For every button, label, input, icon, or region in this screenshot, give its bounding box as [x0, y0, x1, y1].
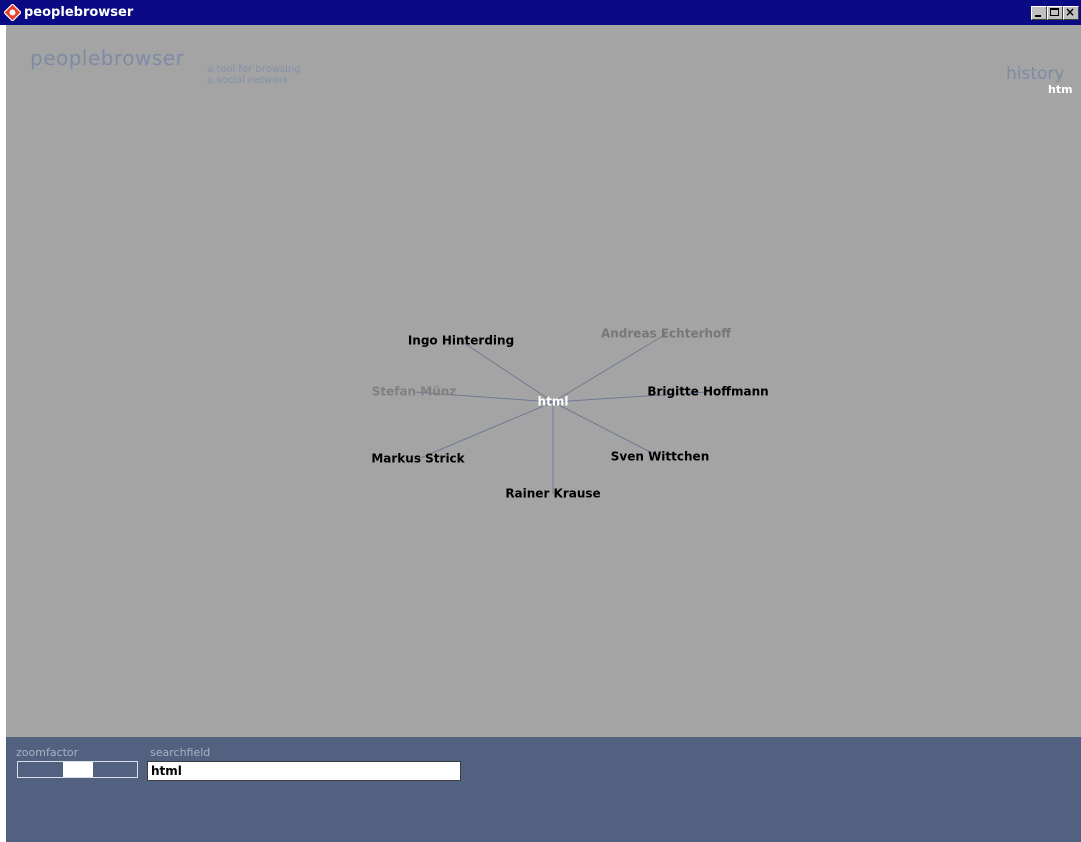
maximize-button[interactable] [1047, 6, 1063, 20]
graph-labels: Ingo Hinterding Andreas Echterhoff Stefan … [371, 327, 768, 501]
zoom-slider-thumb[interactable] [63, 762, 93, 777]
window-titlebar[interactable]: peoplebrowser × [0, 0, 1081, 25]
maximize-icon [1050, 8, 1059, 16]
graph-edges [413, 333, 709, 494]
person-node[interactable]: Markus Strick [371, 452, 465, 466]
person-node[interactable]: Sven Wittchen [611, 450, 709, 464]
person-node[interactable]: Rainer Krause [505, 487, 600, 501]
person-node[interactable]: Stefan Münz [372, 385, 457, 399]
zoom-slider[interactable] [17, 761, 138, 778]
graph-edge [460, 340, 554, 403]
control-panel: zoomfactor searchfield [6, 737, 1081, 842]
graph-canvas[interactable]: peoplebrowser a tool for browsing a soci… [6, 25, 1081, 737]
person-node[interactable]: Ingo Hinterding [408, 334, 514, 348]
social-graph[interactable]: Ingo Hinterding Andreas Echterhoff Stefan … [6, 25, 1081, 737]
app-icon [4, 4, 21, 21]
close-button[interactable]: × [1063, 5, 1079, 20]
zoom-label: zoomfactor [16, 746, 79, 759]
person-node[interactable]: Andreas Echterhoff [601, 327, 731, 341]
graph-edge [417, 401, 554, 460]
search-input[interactable] [147, 761, 461, 781]
window-title: peoplebrowser [24, 5, 134, 20]
center-node[interactable]: html [538, 395, 569, 409]
minimize-button[interactable] [1031, 6, 1047, 20]
minimize-icon [1035, 15, 1041, 17]
search-label: searchfield [150, 746, 211, 759]
person-node[interactable]: Brigitte Hoffmann [647, 385, 768, 399]
close-icon: × [1065, 5, 1076, 19]
